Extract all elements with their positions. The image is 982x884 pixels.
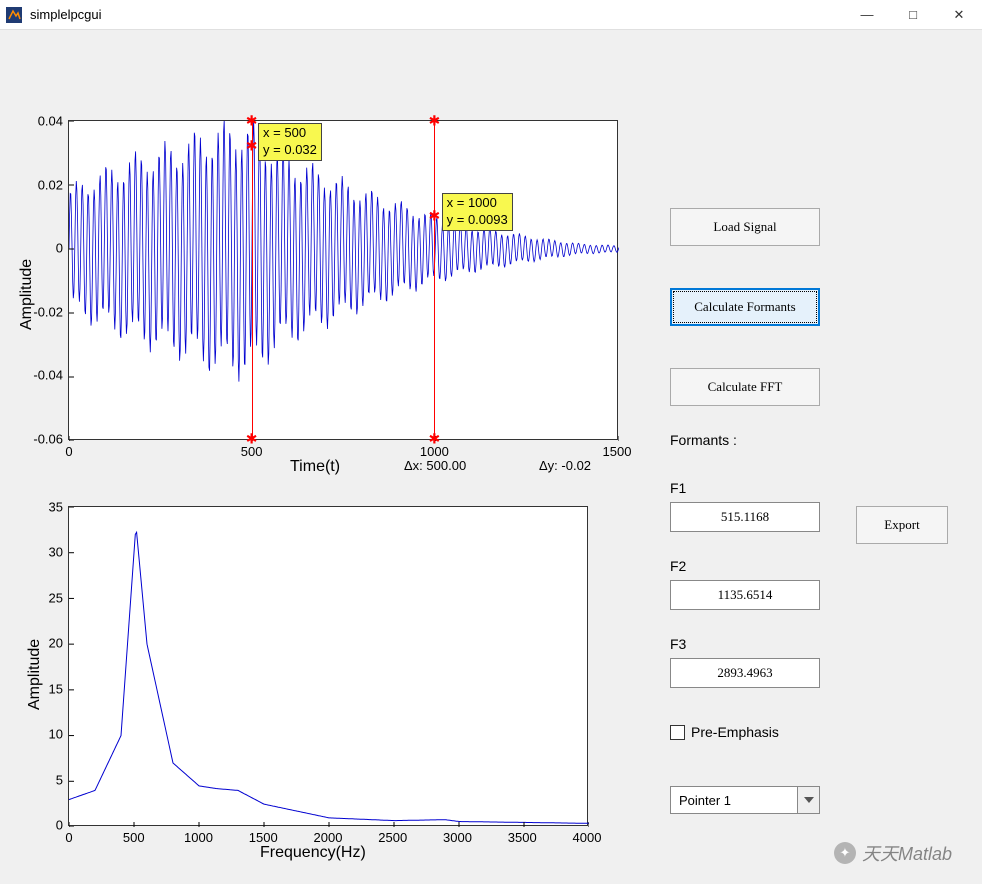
xtick: 500 — [123, 830, 145, 845]
data-cursor-2[interactable] — [434, 121, 435, 439]
delta-y-readout: Δy: -0.02 — [539, 458, 591, 473]
export-button[interactable]: Export — [856, 506, 948, 544]
time-xlabel: Time(t) — [290, 458, 340, 476]
xtick: 4000 — [573, 830, 602, 845]
titlebar: simplelpcgui — □ ✕ — [0, 0, 982, 30]
ytick: 30 — [13, 545, 63, 560]
xtick: 3500 — [508, 830, 537, 845]
cursor-marker-icon: ✱ — [246, 435, 258, 444]
freq-ylabel: Amplitude — [26, 639, 44, 710]
calculate-fft-button[interactable]: Calculate FFT — [670, 368, 820, 406]
xtick: 0 — [65, 830, 72, 845]
f3-label: F3 — [670, 636, 686, 652]
data-cursor-1[interactable] — [252, 121, 253, 439]
pointer-dropdown[interactable]: Pointer 1 — [670, 786, 820, 814]
window-title: simplelpcgui — [30, 7, 102, 22]
pre-emphasis-checkbox[interactable]: Pre-Emphasis — [670, 724, 779, 740]
checkbox-icon — [670, 725, 685, 740]
xtick: 2000 — [314, 830, 343, 845]
frequency-plot[interactable]: 0 5 10 15 20 25 30 35 0 500 1000 1500 20… — [68, 506, 588, 826]
xtick: 1500 — [249, 830, 278, 845]
data-tip-1[interactable]: x = 500 y = 0.032 — [258, 123, 322, 161]
time-plot[interactable]: -0.06 -0.04 -0.02 0 0.02 0.04 0 500 1000… — [68, 120, 618, 440]
f3-value-field[interactable]: 2893.4963 — [670, 658, 820, 688]
cursor-marker-icon: ✱ — [428, 212, 440, 221]
datatip-x: x = 500 — [263, 125, 306, 140]
f2-label: F2 — [670, 558, 686, 574]
ytick: -0.04 — [13, 368, 63, 383]
ytick: 0.02 — [13, 177, 63, 192]
ytick: 35 — [13, 500, 63, 515]
f1-value-field[interactable]: 515.1168 — [670, 502, 820, 532]
cursor-marker-icon: ✱ — [428, 117, 440, 126]
ytick: 0 — [13, 241, 63, 256]
maximize-button[interactable]: □ — [890, 0, 936, 30]
xtick: 0 — [65, 444, 72, 459]
xtick: 1000 — [184, 830, 213, 845]
chevron-down-icon — [797, 787, 819, 813]
ytick: 0.04 — [13, 114, 63, 129]
f2-value-field[interactable]: 1135.6514 — [670, 580, 820, 610]
delta-x-readout: Δx: 500.00 — [404, 458, 466, 473]
formants-heading: Formants : — [670, 432, 737, 448]
data-tip-2[interactable]: x = 1000 y = 0.0093 — [442, 193, 513, 231]
watermark-text: 天天Matlab — [862, 840, 952, 866]
datatip-y: y = 0.0093 — [447, 212, 508, 227]
f1-label: F1 — [670, 480, 686, 496]
xtick: 2500 — [378, 830, 407, 845]
ytick: 25 — [13, 590, 63, 605]
minimize-button[interactable]: — — [844, 0, 890, 30]
time-ylabel: Amplitude — [18, 259, 36, 330]
ytick: 0 — [13, 818, 63, 833]
close-button[interactable]: ✕ — [936, 0, 982, 30]
dropdown-value: Pointer 1 — [671, 793, 797, 808]
watermark: ✦ 天天Matlab — [834, 840, 952, 866]
client-area: -0.06 -0.04 -0.02 0 0.02 0.04 0 500 1000… — [0, 30, 982, 884]
freq-xlabel: Frequency(Hz) — [260, 844, 366, 862]
xtick: 3000 — [443, 830, 472, 845]
ytick: 10 — [13, 727, 63, 742]
cursor-marker-icon: ✱ — [246, 142, 258, 151]
cursor-marker-icon: ✱ — [428, 435, 440, 444]
load-signal-button[interactable]: Load Signal — [670, 208, 820, 246]
matlab-icon — [6, 7, 22, 23]
calculate-formants-button[interactable]: Calculate Formants — [670, 288, 820, 326]
cursor-marker-icon: ✱ — [246, 117, 258, 126]
wechat-icon: ✦ — [834, 842, 856, 864]
datatip-x: x = 1000 — [447, 195, 497, 210]
ytick: -0.06 — [13, 432, 63, 447]
ytick: 5 — [13, 772, 63, 787]
pre-emphasis-label: Pre-Emphasis — [691, 724, 779, 740]
xtick: 1500 — [603, 444, 632, 459]
datatip-y: y = 0.032 — [263, 142, 317, 157]
